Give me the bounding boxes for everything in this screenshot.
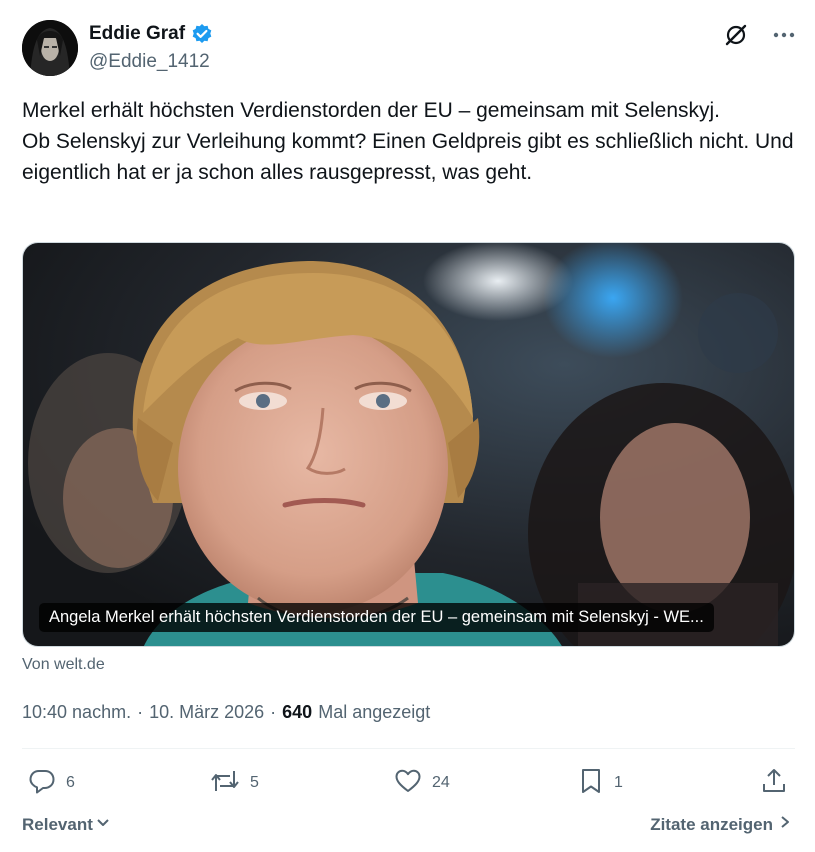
tweet-text-line-2: Ob Selenskyj zur Verleihung kommt? Einen… [22, 130, 794, 184]
repost-button[interactable]: 5 [210, 764, 259, 802]
bookmark-button[interactable]: 1 [578, 764, 623, 802]
author-handle[interactable]: @Eddie_1412 [89, 51, 213, 73]
article-photo [23, 243, 794, 646]
tweet-date[interactable]: 10. März 2026 [149, 702, 264, 723]
quotes-label: Zitate anzeigen [650, 814, 773, 834]
tweet-action-bar: 6 5 24 1 [22, 764, 795, 804]
card-source[interactable]: Von welt.de [22, 656, 105, 674]
chevron-right-icon [779, 814, 791, 835]
verified-badge-icon[interactable] [191, 23, 213, 45]
like-count: 24 [432, 774, 450, 791]
heart-icon [394, 767, 422, 800]
sort-label: Relevant [22, 814, 93, 834]
repost-count: 5 [250, 774, 259, 791]
tweet-time[interactable]: 10:40 nachm. [22, 702, 131, 723]
repost-icon [210, 767, 240, 800]
reply-count: 6 [66, 774, 75, 791]
card-caption: Angela Merkel erhält höchsten Verdiensto… [39, 603, 714, 632]
reply-sort-dropdown[interactable]: Relevant [22, 814, 111, 835]
replies-footer: Relevant Zitate anzeigen [22, 814, 795, 838]
avatar[interactable] [22, 20, 78, 76]
reply-button[interactable]: 6 [28, 764, 75, 802]
link-preview-card[interactable]: Angela Merkel erhält höchsten Verdiensto… [22, 242, 795, 647]
share-icon [760, 767, 788, 800]
grok-icon[interactable] [723, 22, 749, 48]
view-quotes-link[interactable]: Zitate anzeigen [650, 814, 791, 835]
chevron-down-icon [95, 814, 111, 835]
meta-separator: · [137, 702, 144, 722]
author-display-name[interactable]: Eddie Graf [89, 23, 213, 45]
like-button[interactable]: 24 [394, 764, 450, 802]
bookmark-icon [578, 767, 604, 800]
tweet-text: Merkel erhält höchsten Verdienstorden de… [22, 95, 797, 188]
more-options-icon[interactable] [771, 22, 797, 48]
tweet-meta: 10:40 nachm. · 10. März 2026 · 640 Mal a… [22, 702, 430, 723]
display-name-text: Eddie Graf [89, 23, 186, 44]
bookmark-count: 1 [614, 774, 623, 791]
views-label: Mal angezeigt [318, 702, 431, 722]
tweet-text-line-1: Merkel erhält höchsten Verdienstorden de… [22, 99, 721, 122]
tweet-top-actions [723, 22, 797, 48]
tweet-header: Eddie Graf @Eddie_1412 [22, 20, 797, 78]
author-names: Eddie Graf @Eddie_1412 [89, 23, 213, 73]
reply-icon [28, 767, 56, 800]
views-count: 640 [282, 702, 313, 722]
meta-separator: · [270, 702, 277, 722]
divider [22, 748, 795, 749]
share-button[interactable] [760, 764, 788, 802]
